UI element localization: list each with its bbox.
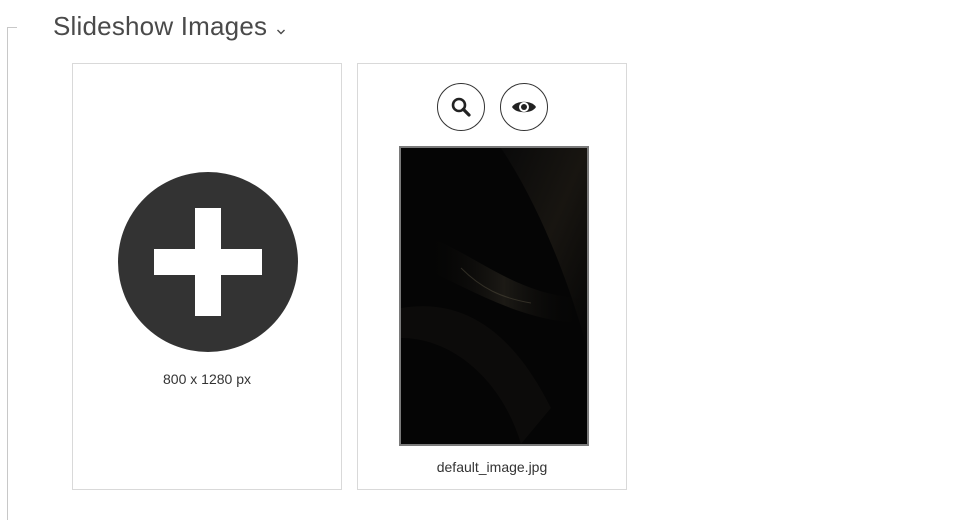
section-bracket-line [7, 27, 17, 28]
zoom-button[interactable] [436, 83, 485, 131]
section-title: Slideshow Images [53, 11, 268, 41]
resolution-label: 800 x 1280 px [163, 371, 251, 387]
add-image-button[interactable] [118, 172, 298, 352]
image-actions [358, 83, 626, 131]
section-header-toggle[interactable]: Slideshow Images [53, 8, 286, 44]
search-icon [451, 97, 471, 117]
image-filename: default_image.jpg [436, 459, 548, 475]
slideshow-images-section: Slideshow Images 800 x 1280 px default_i… [0, 0, 974, 520]
chevron-down-icon [276, 24, 286, 35]
section-bracket-line [7, 27, 8, 520]
image-card: default_image.jpg [357, 63, 627, 490]
preview-button[interactable] [499, 83, 548, 131]
thumbnail-image [401, 148, 587, 444]
image-thumbnail[interactable] [399, 146, 589, 446]
eye-icon [511, 101, 536, 113]
add-image-card: 800 x 1280 px [72, 63, 342, 490]
plus-circle-icon [118, 172, 298, 352]
